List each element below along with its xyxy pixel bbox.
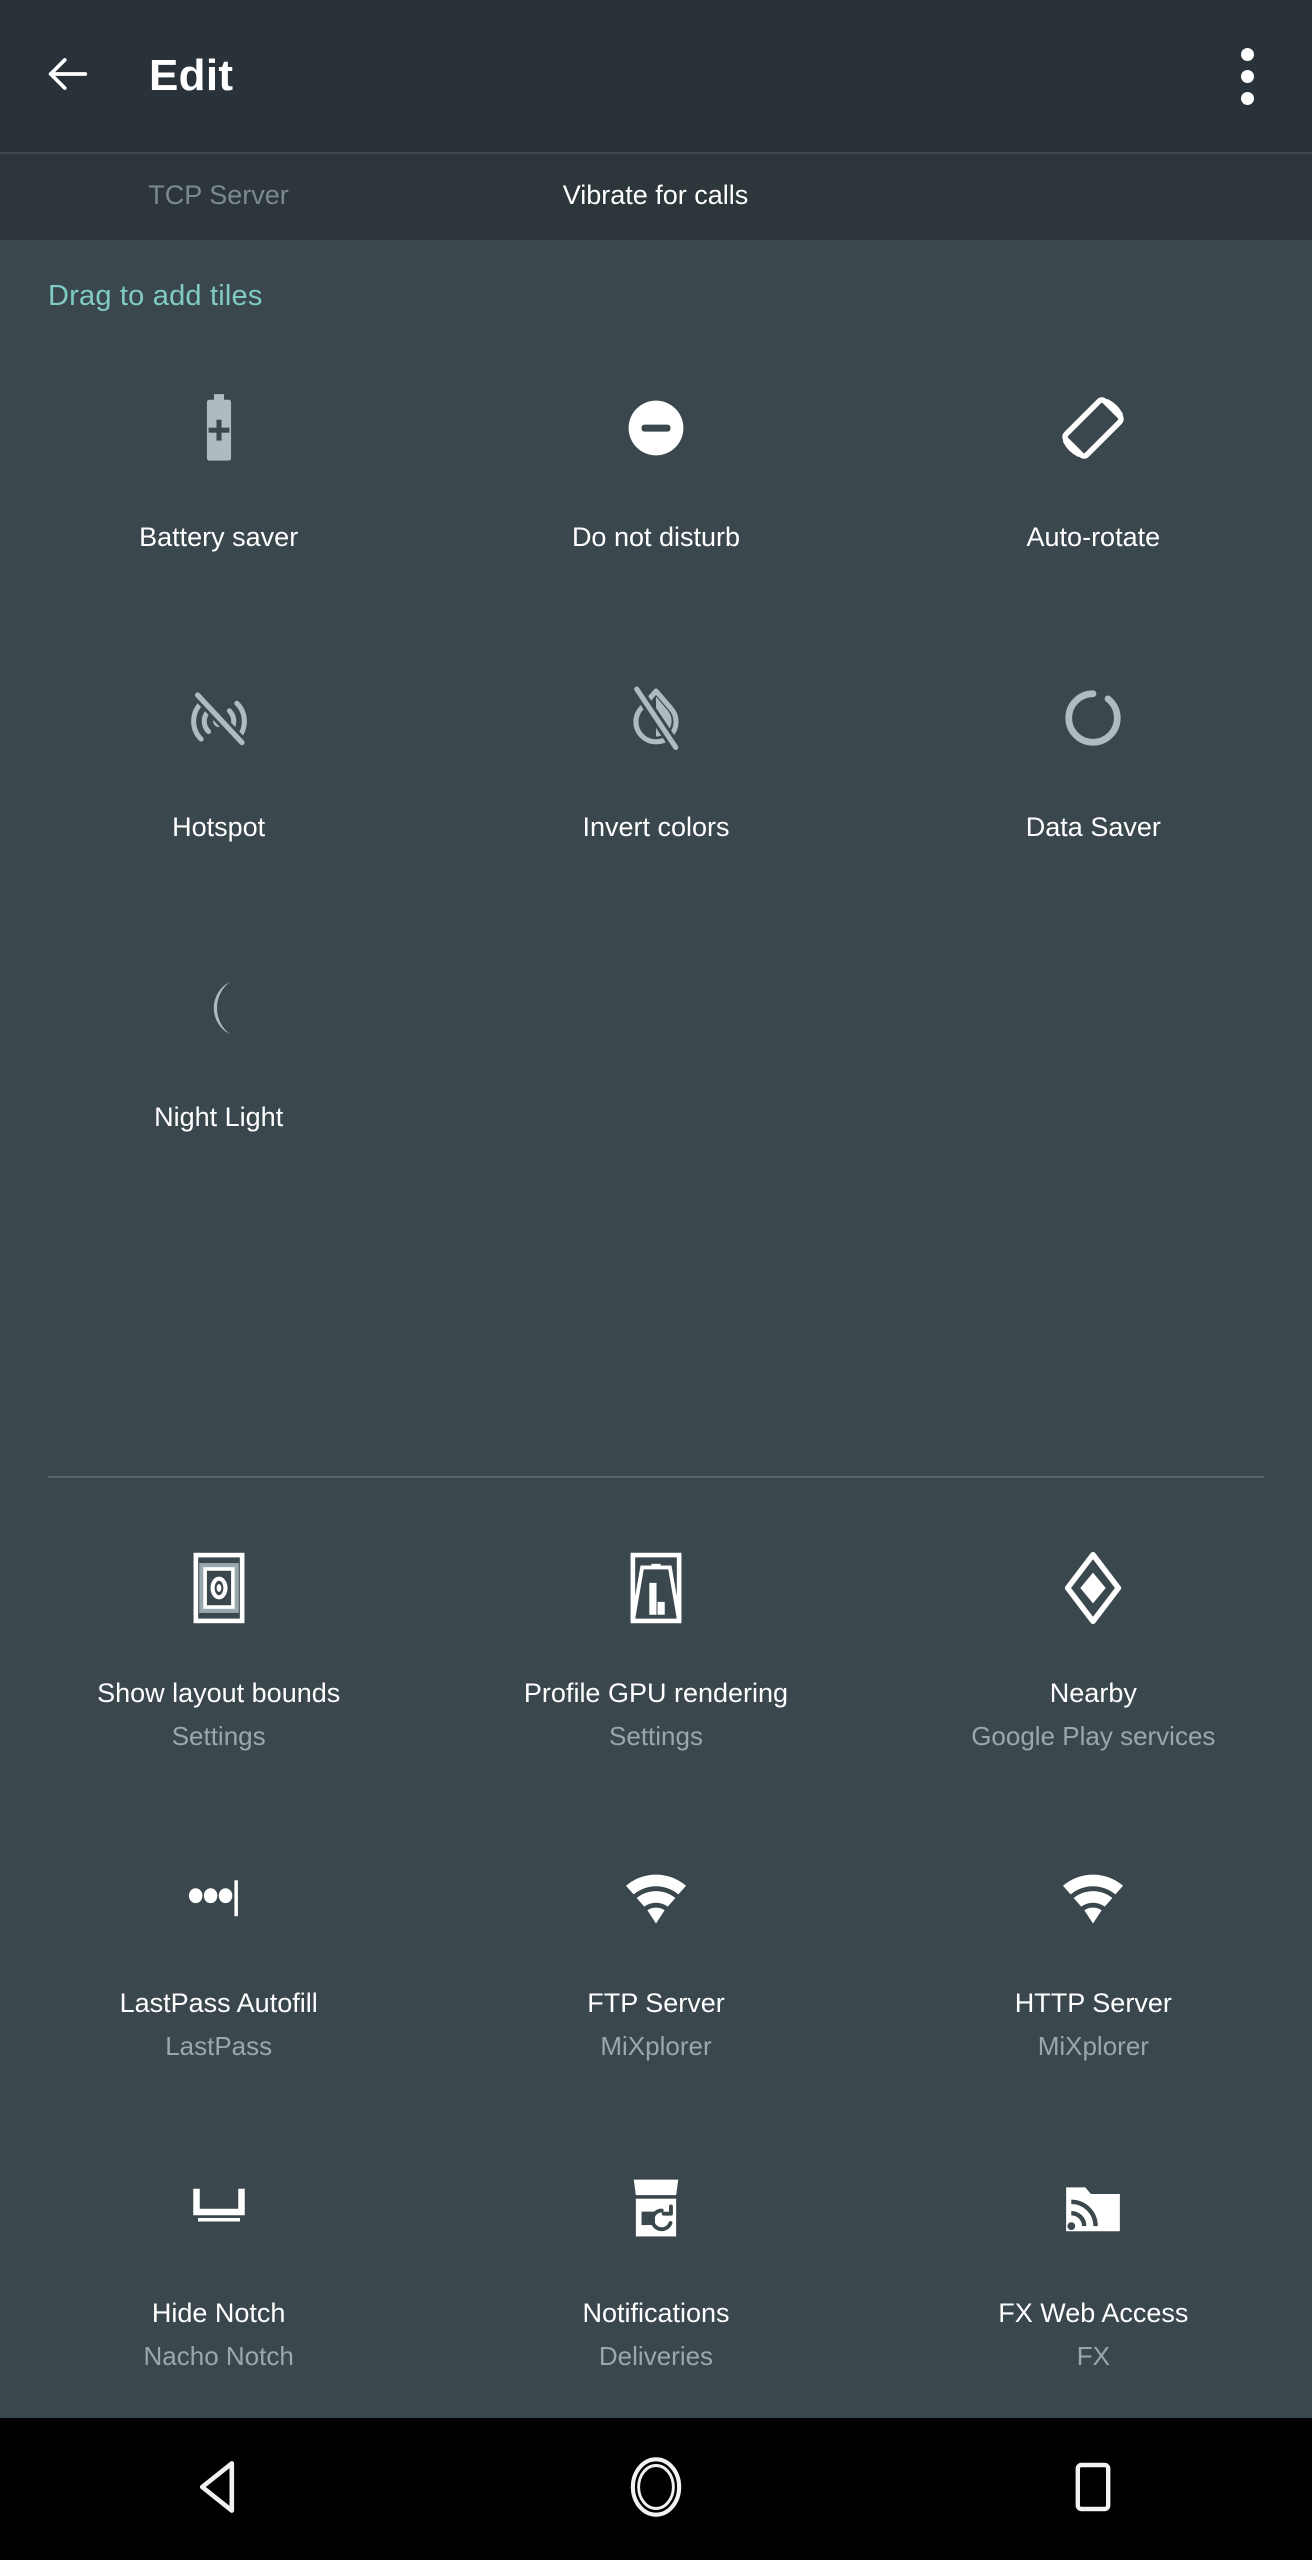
page-title: Edit [149, 51, 234, 100]
auto-rotate-icon [1055, 390, 1131, 466]
tile-label: Auto-rotate [1026, 522, 1161, 552]
tile-label: FX Web Access [998, 2298, 1189, 2328]
tile-sublabel: Nacho Notch [143, 2342, 294, 2371]
tiles-scroll-area[interactable]: Drag to add tiles Battery saver Do not d… [0, 240, 1312, 2418]
tile-label: Notifications [582, 2298, 730, 2328]
tile-label: FTP Server [587, 1988, 725, 2018]
tile-lastpass-autofill[interactable]: LastPass Autofill LastPass [0, 1820, 437, 2130]
hide-notch-icon [181, 2170, 257, 2246]
tile-sublabel: MiXplorer [600, 2032, 712, 2061]
tile-sublabel: MiXplorer [1037, 2032, 1149, 2061]
tile-show-layout-bounds[interactable]: Show layout bounds Settings [0, 1510, 437, 1820]
tile-sublabel: Settings [171, 1722, 266, 1751]
tile-label: Profile GPU rendering [523, 1678, 789, 1708]
show-layout-bounds-icon [181, 1550, 257, 1626]
tile-label: Hide Notch [151, 2298, 286, 2328]
tile-battery-saver[interactable]: Battery saver [0, 350, 437, 640]
section-divider [48, 1476, 1264, 1478]
system-tiles-grid: Battery saver Do not disturb Auto-rotate… [0, 350, 1312, 1220]
tile-invert-colors[interactable]: Invert colors [437, 640, 874, 930]
overflow-menu-button[interactable] [1214, 37, 1280, 115]
tile-sublabel: FX [1076, 2342, 1110, 2371]
arrow-left-icon [42, 48, 94, 105]
package-refresh-icon [618, 2170, 694, 2246]
nearby-diamond-icon [1055, 1550, 1131, 1626]
toolbar: Edit [0, 0, 1312, 152]
tile-do-not-disturb[interactable]: Do not disturb [437, 350, 874, 640]
quick-settings-edit-screen: Edit TCP Server Vibrate for calls Drag t… [0, 0, 1312, 2560]
current-tiles-strip: TCP Server Vibrate for calls [0, 152, 1312, 240]
more-vertical-icon-dot [1240, 69, 1254, 83]
tile-sublabel: Settings [609, 1722, 703, 1751]
tile-http-server[interactable]: HTTP Server MiXplorer [875, 1820, 1312, 2130]
tile-label: Battery saver [139, 522, 299, 552]
invert-colors-off-icon [618, 680, 694, 756]
current-tile-label[interactable]: TCP Server [0, 180, 437, 211]
data-saver-icon [1055, 680, 1131, 756]
back-button[interactable] [35, 43, 101, 109]
wifi-icon [1055, 1860, 1131, 1936]
nav-recents-button[interactable] [1018, 2418, 1168, 2560]
more-vertical-icon-dot [1240, 47, 1254, 61]
tile-sublabel: Google Play services [971, 1722, 1216, 1751]
tile-notifications-deliveries[interactable]: Notifications Deliveries [437, 2130, 874, 2418]
hotspot-off-icon [181, 680, 257, 756]
tile-label: Show layout bounds [97, 1678, 341, 1708]
drag-to-add-tiles-header: Drag to add tiles [48, 280, 263, 312]
system-navigation-bar [0, 2418, 1312, 2560]
tile-hide-notch[interactable]: Hide Notch Nacho Notch [0, 2130, 437, 2418]
do-not-disturb-icon [618, 390, 694, 466]
lastpass-autofill-icon [181, 1860, 257, 1936]
tile-auto-rotate[interactable]: Auto-rotate [875, 350, 1312, 640]
tile-sublabel: LastPass [165, 2032, 273, 2061]
tile-label: Night Light [154, 1102, 284, 1132]
tile-label: Hotspot [172, 812, 266, 842]
profile-gpu-rendering-icon [618, 1550, 694, 1626]
tile-label: LastPass Autofill [119, 1988, 318, 2018]
tile-data-saver[interactable]: Data Saver [875, 640, 1312, 930]
tile-label: Data Saver [1025, 812, 1161, 842]
tile-label: Invert colors [582, 812, 730, 842]
tile-nearby[interactable]: Nearby Google Play services [875, 1510, 1312, 1820]
more-vertical-icon-dot [1240, 91, 1254, 105]
circle-home-icon [628, 2456, 684, 2523]
tile-label: Nearby [1049, 1678, 1137, 1708]
tile-night-light[interactable]: Night Light [0, 930, 437, 1220]
tile-ftp-server[interactable]: FTP Server MiXplorer [437, 1820, 874, 2130]
triangle-back-icon [194, 2459, 244, 2520]
app-tiles-grid: Show layout bounds Settings Profile GPU … [0, 1510, 1312, 2418]
tile-profile-gpu-rendering[interactable]: Profile GPU rendering Settings [437, 1510, 874, 1820]
square-recents-icon [1072, 2461, 1114, 2518]
nav-back-button[interactable] [144, 2418, 294, 2560]
wifi-icon [618, 1860, 694, 1936]
tile-sublabel: Deliveries [598, 2342, 714, 2371]
folder-wifi-icon [1055, 2170, 1131, 2246]
tile-label: Do not disturb [571, 522, 741, 552]
tile-hotspot[interactable]: Hotspot [0, 640, 437, 930]
tile-label: HTTP Server [1014, 1988, 1172, 2018]
tile-fx-web-access[interactable]: FX Web Access FX [875, 2130, 1312, 2418]
battery-saver-icon [181, 390, 257, 466]
night-light-moon-icon [181, 970, 257, 1046]
current-tile-label[interactable]: Vibrate for calls [437, 180, 874, 211]
nav-home-button[interactable] [581, 2418, 731, 2560]
